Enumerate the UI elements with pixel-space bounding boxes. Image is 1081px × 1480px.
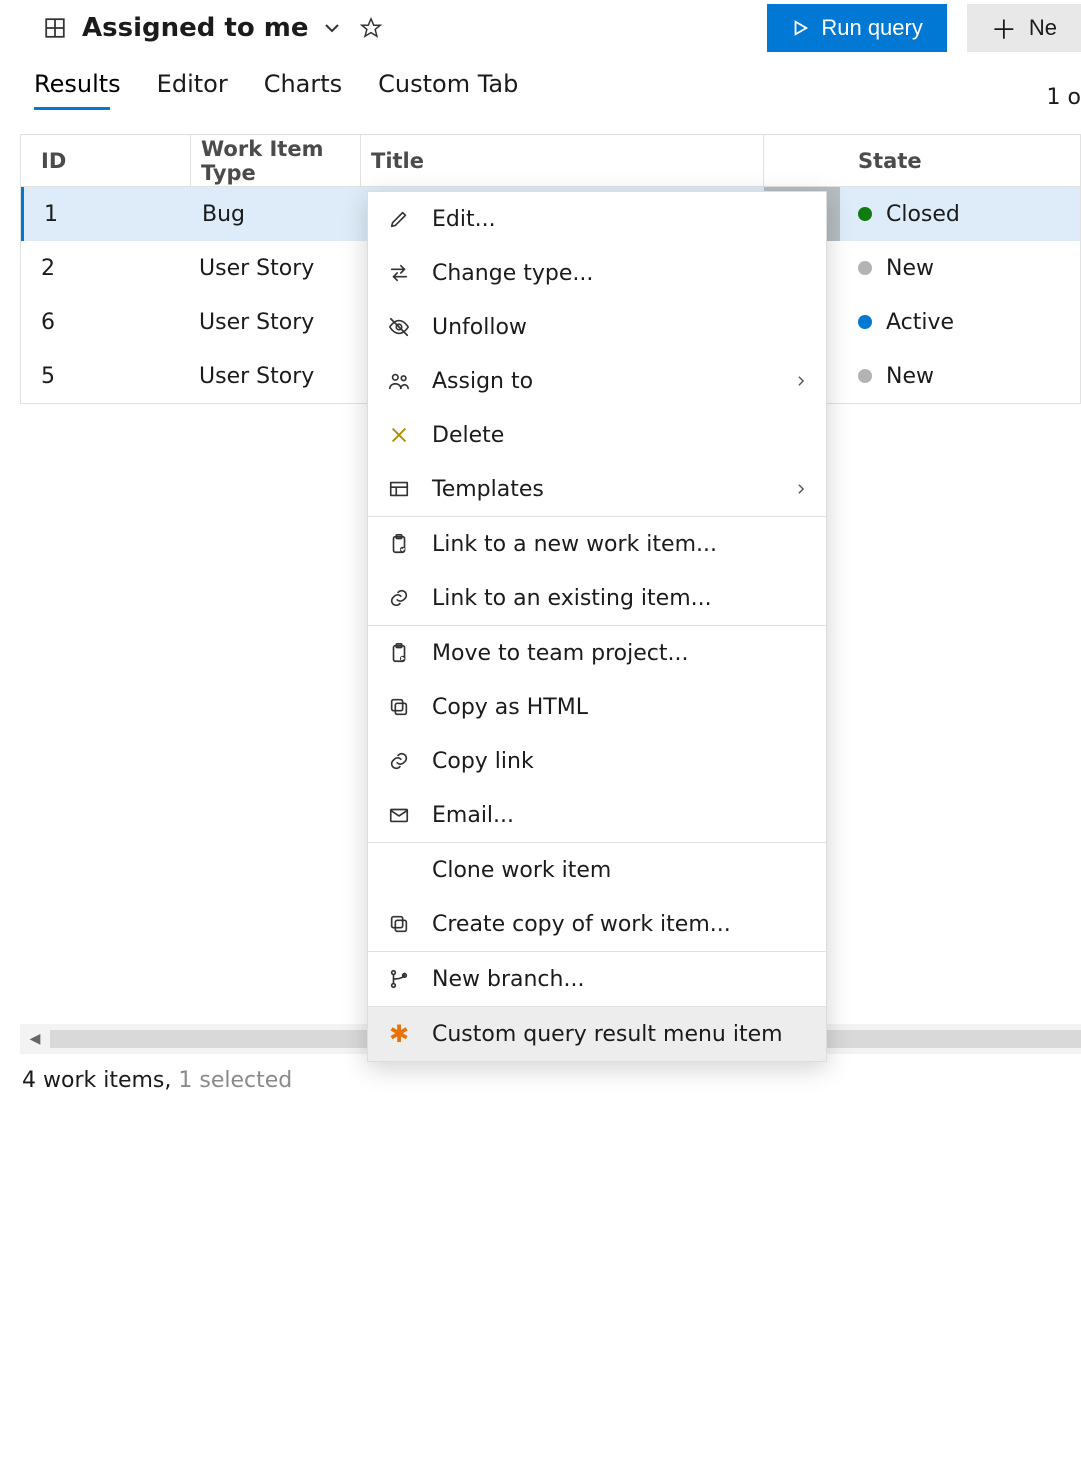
unfollow-icon	[386, 316, 412, 338]
favorite-star-icon[interactable]	[360, 17, 382, 39]
menu-item-label: Assign to	[432, 369, 533, 394]
menu-item-label: Templates	[432, 477, 544, 502]
new-item-label: Ne	[1029, 15, 1057, 41]
col-header-actions	[764, 135, 840, 186]
menu-item[interactable]: Move to team project...	[368, 626, 826, 680]
run-query-button[interactable]: Run query	[767, 4, 947, 52]
cell-state: Closed	[840, 187, 1080, 241]
swap-icon	[386, 262, 412, 284]
menu-item[interactable]: Templates	[368, 462, 826, 516]
menu-item[interactable]: Edit...	[368, 192, 826, 246]
people-icon	[386, 370, 412, 392]
tab-charts[interactable]: Charts	[264, 70, 342, 110]
tab-results[interactable]: Results	[34, 70, 121, 110]
menu-item[interactable]: Create copy of work item...	[368, 897, 826, 951]
menu-item-label: Link to an existing item...	[432, 586, 712, 611]
cell-id: 1	[24, 187, 194, 241]
menu-item-label: Custom query result menu item	[432, 1022, 783, 1047]
clipboard-icon	[386, 533, 412, 555]
menu-item-label: Edit...	[432, 207, 496, 232]
menu-item[interactable]: New branch...	[368, 952, 826, 1006]
cell-type: User Story	[191, 241, 361, 295]
col-header-title[interactable]: Title	[361, 135, 764, 186]
move-icon	[386, 642, 412, 664]
link-icon	[386, 750, 412, 772]
menu-item[interactable]: ✱ Custom query result menu item	[368, 1007, 826, 1061]
state-dot-icon	[858, 315, 872, 329]
state-dot-icon	[858, 369, 872, 383]
context-menu: Edit... Change type... Unfollow Assign t…	[367, 191, 827, 1062]
cell-id: 6	[21, 295, 191, 349]
cell-state: Active	[840, 295, 1080, 349]
plus-icon: ＋	[991, 10, 1017, 47]
menu-item[interactable]: Copy as HTML	[368, 680, 826, 734]
branch-icon	[386, 968, 412, 990]
query-title[interactable]: Assigned to me	[82, 13, 308, 43]
menu-item[interactable]: Delete	[368, 408, 826, 462]
asterisk-icon: ✱	[386, 1020, 412, 1048]
menu-item-label: Clone work item	[432, 858, 611, 883]
cell-state: New	[840, 349, 1080, 403]
state-dot-icon	[858, 207, 872, 221]
menu-item[interactable]: Copy link	[368, 734, 826, 788]
results-count-snippet: 1 o	[1047, 85, 1081, 110]
scroll-left-icon[interactable]: ◀	[20, 1031, 50, 1047]
delete-icon	[386, 424, 412, 446]
menu-item-label: Email...	[432, 803, 514, 828]
templates-icon	[386, 478, 412, 500]
edit-icon	[386, 208, 412, 230]
toolbar: Assigned to me Run query ＋ Ne	[0, 0, 1081, 56]
tab-custom[interactable]: Custom Tab	[378, 70, 518, 110]
col-header-type[interactable]: Work Item Type	[191, 135, 361, 186]
status-selected: 1 selected	[178, 1068, 292, 1093]
chevron-right-icon	[794, 482, 808, 496]
menu-item-label: Move to team project...	[432, 641, 688, 666]
col-header-state[interactable]: State	[840, 135, 1080, 186]
copy-icon	[386, 913, 412, 935]
grid-view-icon	[44, 17, 66, 39]
cell-type: User Story	[191, 349, 361, 403]
menu-item[interactable]: Change type...	[368, 246, 826, 300]
tab-editor[interactable]: Editor	[157, 70, 228, 110]
menu-item[interactable]: Email...	[368, 788, 826, 842]
chevron-right-icon	[794, 374, 808, 388]
new-item-button[interactable]: ＋ Ne	[967, 4, 1081, 52]
cell-id: 5	[21, 349, 191, 403]
menu-item[interactable]: Link to a new work item...	[368, 517, 826, 571]
menu-item[interactable]: Clone work item	[368, 843, 826, 897]
menu-item-label: Copy as HTML	[432, 695, 588, 720]
menu-item-label: Change type...	[432, 261, 593, 286]
chevron-down-icon[interactable]	[322, 18, 342, 38]
copy-icon	[386, 696, 412, 718]
menu-item-label: New branch...	[432, 967, 584, 992]
mail-icon	[386, 804, 412, 826]
menu-item[interactable]: Link to an existing item...	[368, 571, 826, 625]
state-dot-icon	[858, 261, 872, 275]
menu-item-label: Create copy of work item...	[432, 912, 731, 937]
menu-item-label: Copy link	[432, 749, 534, 774]
status-count: 4 work items,	[22, 1068, 171, 1093]
menu-item-label: Link to a new work item...	[432, 532, 717, 557]
cell-type: User Story	[191, 295, 361, 349]
menu-item[interactable]: Unfollow	[368, 300, 826, 354]
menu-item[interactable]: Assign to	[368, 354, 826, 408]
col-header-id[interactable]: ID	[21, 135, 191, 186]
run-query-label: Run query	[821, 15, 923, 41]
results-grid: ID Work Item Type Title State 1 Bug Bug …	[20, 134, 1081, 404]
cell-id: 2	[21, 241, 191, 295]
cell-type: Bug	[194, 187, 364, 241]
grid-header: ID Work Item Type Title State	[21, 135, 1080, 187]
cell-state: New	[840, 241, 1080, 295]
link-icon	[386, 587, 412, 609]
tabs-bar: Results Editor Charts Custom Tab 1 o	[0, 56, 1081, 110]
menu-item-label: Unfollow	[432, 315, 527, 340]
menu-item-label: Delete	[432, 423, 504, 448]
